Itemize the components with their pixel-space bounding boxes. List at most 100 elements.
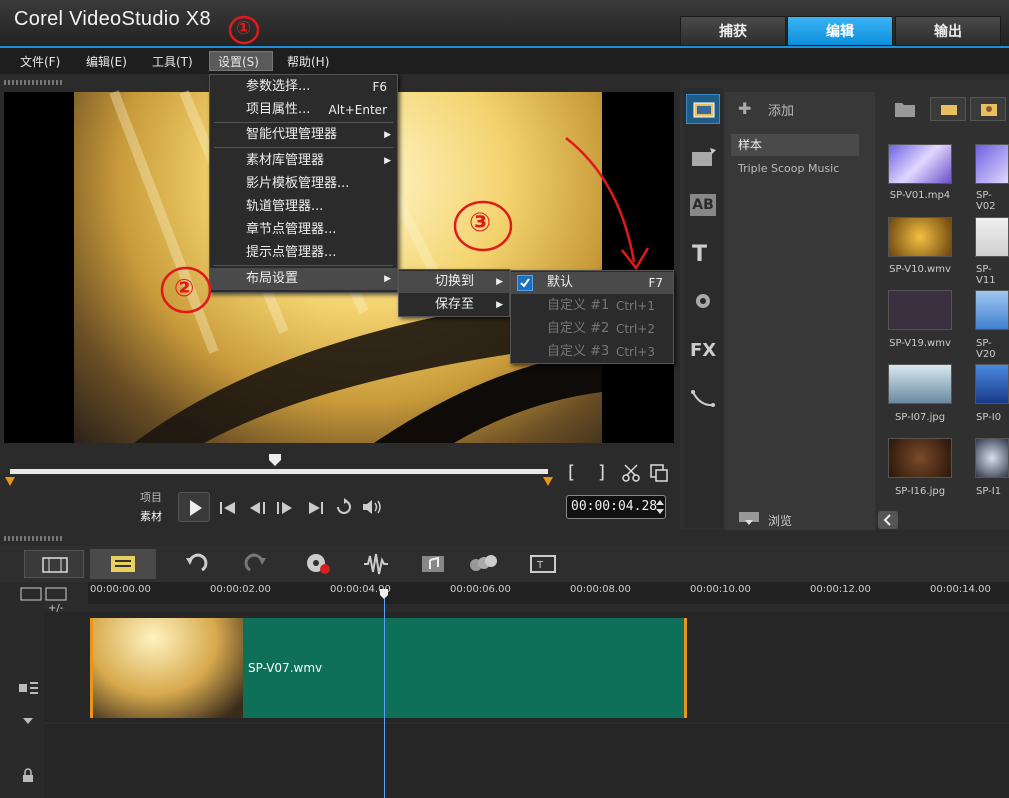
ruler-tick-label: 00:00:00.00 [90, 584, 151, 595]
panel-grip[interactable] [4, 80, 64, 85]
folder-open-icon[interactable] [894, 100, 916, 122]
menu-edit[interactable]: 编辑(E) [78, 52, 135, 72]
thumbnail[interactable] [975, 290, 1009, 330]
path-button[interactable] [690, 388, 716, 414]
add-folder-label[interactable]: 添加 [768, 100, 794, 119]
browse-icon[interactable] [738, 510, 760, 526]
trim-marker-start[interactable] [5, 472, 15, 486]
layout-submenu: 切换到 ▶ 保存至 ▶ [398, 269, 510, 317]
split-clip-scissors-icon[interactable] [622, 464, 640, 482]
thumbnail[interactable] [975, 364, 1009, 404]
thumbnail[interactable] [888, 217, 952, 257]
menu-item-layout-custom-1: 自定义 #1 Ctrl+1 [547, 298, 655, 313]
scrubber-handle[interactable] [268, 452, 282, 466]
menu-item-save-to[interactable]: 保存至 ▶ [399, 294, 509, 316]
tab-edit[interactable]: 编辑 [787, 16, 893, 46]
timecode-display[interactable]: 00:00:04.28 [566, 495, 666, 519]
title-ab-icon[interactable]: AB [690, 194, 716, 216]
menu-item-layout-custom-2: 自定义 #2 Ctrl+2 [547, 321, 655, 336]
folder-item-music[interactable]: Triple Scoop Music [738, 162, 839, 175]
show-videos-button[interactable] [930, 97, 966, 121]
library-scroll-left[interactable] [878, 511, 898, 529]
repeat-button[interactable] [335, 498, 353, 520]
tab-capture[interactable]: 捕获 [680, 16, 786, 46]
show-photos-button[interactable] [970, 97, 1006, 121]
thumbnail[interactable] [888, 290, 952, 330]
ruler-tick-label: 00:00:08.00 [570, 584, 631, 595]
library-folder-pane [725, 92, 875, 530]
home-button[interactable] [220, 500, 236, 519]
repeat-icon [337, 498, 351, 514]
redo-button[interactable] [244, 552, 268, 580]
timeline-view-button[interactable] [90, 549, 156, 579]
auto-music-button[interactable] [420, 552, 448, 580]
enlarge-preview-icon[interactable] [650, 464, 668, 482]
chevron-down-icon[interactable] [22, 710, 34, 729]
auto-music-icon [422, 556, 444, 572]
record-capture-button[interactable] [304, 552, 332, 580]
prev-frame-button[interactable] [248, 500, 268, 519]
thumbnail[interactable] [975, 144, 1009, 184]
thumbnail[interactable] [888, 364, 952, 404]
menu-file[interactable]: 文件(F) [12, 52, 68, 72]
volume-button[interactable] [362, 498, 384, 520]
mark-out-button[interactable]: ] [598, 462, 605, 483]
menu-tools[interactable]: 工具(T) [144, 52, 201, 72]
tab-share[interactable]: 输出 [895, 16, 1001, 46]
mode-clip-label[interactable]: 素材 [140, 508, 162, 524]
undo-button[interactable] [184, 552, 208, 580]
menu-item-project-properties[interactable]: 项目属性... Alt+Enter [210, 99, 397, 121]
menu-item-cue-manager[interactable]: 提示点管理器... [210, 242, 397, 264]
menu-item-track-manager[interactable]: 轨道管理器... [210, 196, 397, 218]
settings-menu: 参数选择... F6 项目属性... Alt+Enter 智能代理管理器 ▶ 素材库管… [209, 74, 398, 293]
thumbnail[interactable] [888, 144, 952, 184]
subtitle-editor-button[interactable]: T [530, 552, 556, 580]
storyboard-view-button[interactable] [24, 550, 84, 578]
menu-settings[interactable]: 设置(S) [209, 51, 273, 71]
scrubber-bar[interactable] [10, 469, 548, 474]
fx-icon[interactable]: FX [690, 340, 716, 361]
instant-project-button[interactable] [690, 146, 718, 174]
panel-grip[interactable] [4, 536, 64, 541]
trim-marker-end[interactable] [543, 472, 553, 486]
menu-item-movie-template-manager[interactable]: 影片模板管理器... [210, 173, 397, 195]
clip-thumbnail[interactable] [90, 618, 243, 718]
menu-item-smart-proxy[interactable]: 智能代理管理器 ▶ [210, 124, 397, 146]
thumbnail[interactable] [975, 217, 1009, 257]
sound-mixer-button[interactable] [362, 552, 390, 580]
title-t-icon[interactable]: T [692, 242, 707, 267]
playhead-handle[interactable] [379, 585, 389, 604]
menu-item-chapter-manager[interactable]: 章节点管理器... [210, 219, 397, 241]
overlay-track[interactable] [44, 724, 1009, 798]
browse-label[interactable]: 浏览 [768, 512, 792, 529]
menu-item-layout-settings[interactable]: 布局设置 ▶ [210, 268, 397, 290]
thumbnail[interactable] [975, 438, 1009, 478]
menu-help[interactable]: 帮助(H) [279, 52, 337, 72]
end-button[interactable] [308, 500, 324, 519]
menu-item-layout-custom-3: 自定义 #3 Ctrl+3 [547, 344, 655, 359]
media-icon [693, 102, 715, 118]
thumbnail[interactable] [888, 438, 952, 478]
play-button[interactable] [178, 492, 210, 522]
thumbnail-label: SP-V01.mp4 [889, 190, 951, 201]
ripple-edit-icon[interactable] [18, 680, 40, 700]
menu-item-switch-to[interactable]: 切换到 ▶ [399, 271, 509, 293]
app-title: Corel VideoStudio X8 [14, 8, 211, 30]
ruler-labels: 00:00:00.00 00:00:02.00 00:00:04.00 00:0… [90, 584, 1009, 604]
motion-tracking-button[interactable] [468, 552, 498, 580]
next-frame-button[interactable] [276, 500, 296, 519]
menu-item-preferences[interactable]: 参数选择... F6 [210, 76, 397, 98]
add-folder-icon[interactable]: ✚ [738, 99, 751, 118]
media-category-button[interactable] [686, 94, 720, 124]
mark-in-button[interactable]: [ [568, 462, 575, 483]
playhead-line[interactable] [384, 590, 385, 798]
folder-item-samples[interactable]: 样本 [731, 134, 859, 156]
graphics-button[interactable] [690, 290, 716, 316]
timecode-stepper[interactable] [654, 496, 666, 518]
mode-project-label[interactable]: 项目 [140, 489, 162, 505]
menu-item-layout-default[interactable]: 默认 F7 [511, 272, 673, 294]
thumbnail-label: SP-V20 [976, 338, 996, 360]
record-icon [307, 554, 330, 574]
menu-item-library-manager[interactable]: 素材库管理器 ▶ [210, 150, 397, 172]
lock-icon[interactable] [22, 768, 34, 787]
